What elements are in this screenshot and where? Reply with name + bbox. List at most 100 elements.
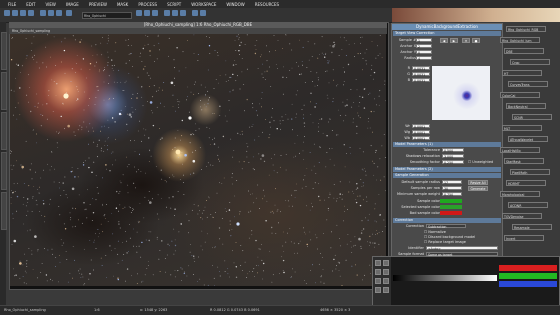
process-icon[interactable]: Resample (512, 224, 552, 230)
process-icon[interactable]: Rho_Ophiuchi_lum (500, 37, 540, 43)
min-sample-weight-field[interactable]: 0.750 (442, 192, 462, 197)
hist-reset-icon[interactable] (383, 260, 389, 266)
redo-icon[interactable] (28, 10, 34, 16)
dynamic-crop-icon[interactable] (180, 10, 186, 16)
process-icon[interactable]: Morphological (500, 191, 540, 197)
r-field[interactable]: 0.0031 (412, 66, 430, 71)
image-canvas[interactable] (10, 34, 386, 286)
menu-workspace[interactable]: WORKSPACE (191, 2, 216, 7)
menu-mask[interactable]: MASK (117, 2, 128, 7)
cursor-icon[interactable] (192, 10, 198, 16)
preview-icon[interactable] (172, 10, 178, 16)
hist-channel-r-icon[interactable] (375, 269, 381, 275)
view-explorer-tab[interactable] (1, 72, 7, 110)
selected-color-swatch[interactable] (440, 205, 462, 209)
menu-window[interactable]: WINDOW (226, 2, 244, 7)
process-icon[interactable]: ATrousWavelet (508, 136, 548, 142)
fit-view-icon[interactable] (56, 10, 62, 16)
hist-channel-g-icon[interactable] (383, 269, 389, 275)
hist-log-icon[interactable] (383, 278, 389, 284)
process-icon[interactable]: BackNeutral (506, 103, 546, 109)
open-icon[interactable] (4, 10, 10, 16)
sample-color-swatch[interactable] (440, 199, 462, 203)
shadows-field[interactable]: 3.000 (442, 154, 464, 159)
sample-prev-button[interactable]: ◀ (440, 38, 448, 43)
menu-edit[interactable]: EDIT (26, 2, 35, 7)
menu-file[interactable]: FILE (8, 2, 16, 7)
selection-icon[interactable] (200, 10, 206, 16)
process-icon[interactable]: HT (502, 70, 542, 76)
format-explorer-tab[interactable] (1, 192, 7, 230)
section-target-view[interactable]: Target View Correction (393, 31, 501, 36)
menu-preview[interactable]: PREVIEW (89, 2, 107, 7)
image-tab[interactable]: Rho_Ophiuchi_sampling (9, 29, 50, 33)
process-explorer-tab[interactable] (1, 32, 7, 70)
generate-button[interactable]: Generate (468, 186, 488, 191)
hist-auto-icon[interactable] (375, 287, 381, 293)
sample-next-button[interactable]: ▶ (450, 38, 458, 43)
menu-image[interactable]: IMAGE (66, 2, 79, 7)
histogram-gradient[interactable] (393, 275, 497, 281)
sample-fix-button[interactable]: ● (472, 38, 480, 43)
zoom-in-icon[interactable] (40, 10, 46, 16)
view-selector[interactable]: Rho_Ophiuchi (82, 12, 132, 19)
process-icon[interactable]: PixelMath (510, 169, 550, 175)
mask-icon[interactable] (152, 10, 158, 16)
anchor-x-field[interactable]: 2 (416, 44, 432, 49)
default-radius-field[interactable]: 17 (442, 180, 462, 185)
file-explorer-tab[interactable] (1, 152, 7, 190)
tolerance-field[interactable]: 0.500 (442, 148, 464, 153)
hist-channel-b-icon[interactable] (375, 278, 381, 284)
sample-delete-button[interactable]: ✕ (462, 38, 470, 43)
sample-preview[interactable] (432, 66, 490, 120)
zoom-out-icon[interactable] (48, 10, 54, 16)
process-icon[interactable]: ColorCal (500, 92, 540, 98)
section-correction[interactable]: Correction (393, 218, 501, 223)
resize-all-button[interactable]: Resize All (468, 180, 488, 185)
process-icon[interactable]: SCNR (512, 114, 552, 120)
channel-icon[interactable] (144, 10, 150, 16)
process-icon[interactable]: MLT (502, 125, 542, 131)
process-icon[interactable]: Invert (504, 235, 544, 241)
process-icon[interactable]: CurvesTrans (508, 81, 548, 87)
menu-view[interactable]: VIEW (45, 2, 55, 7)
wb-field[interactable]: 0.0001 (412, 136, 430, 141)
process-icon[interactable]: StarMask (504, 158, 544, 164)
menu-process[interactable]: PROCESS (138, 2, 157, 7)
section-model-params[interactable]: Model Parameters (1) (393, 142, 501, 147)
unweighted-checkbox[interactable]: ☐ Unweighted (468, 160, 493, 165)
menu-script[interactable]: SCRIPT (167, 2, 181, 7)
process-icon[interactable]: TGVDenoise (502, 213, 542, 219)
g-field[interactable]: 0.0031 (412, 72, 430, 77)
menu-resources[interactable]: RESOURCES (255, 2, 279, 7)
stf-icon[interactable] (136, 10, 142, 16)
history-explorer-tab[interactable] (1, 112, 7, 150)
bad-color-swatch[interactable] (440, 211, 462, 215)
dbe-panel-title: DynamicBackgroundExtraction (392, 24, 502, 30)
wg-field[interactable]: 0.0001 (412, 130, 430, 135)
sample-field[interactable]: 1 (416, 38, 432, 43)
process-icon[interactable]: LocalHistEq (500, 147, 540, 153)
section-model-params-2[interactable]: Model Parameters (2) (393, 167, 501, 172)
smoothing-field[interactable]: 0.250 (442, 160, 464, 165)
hist-apply-icon[interactable] (383, 287, 389, 293)
identifier-field[interactable]: <Auto> (426, 246, 498, 251)
readout-icon[interactable] (164, 10, 170, 16)
undo-icon[interactable] (20, 10, 26, 16)
process-icon[interactable]: Rho_Ophiuchi_RGB (506, 26, 546, 32)
radius-field[interactable]: 4 (416, 56, 432, 61)
bad-color-row: Bad sample color (394, 211, 500, 216)
b-field[interactable]: 0.0031 (412, 78, 430, 83)
save-icon[interactable] (12, 10, 18, 16)
process-icon[interactable]: ACDNR (508, 202, 548, 208)
hist-zoom-icon[interactable] (375, 260, 381, 266)
pan-icon[interactable] (66, 10, 72, 16)
correction-select[interactable]: Subtraction (426, 224, 466, 229)
samples-per-row-field[interactable]: 30 (442, 186, 462, 191)
anchor-y-field[interactable]: 0 (416, 50, 432, 55)
section-sample-generation[interactable]: Sample Generation (393, 173, 501, 178)
process-icon[interactable]: Crop (510, 59, 550, 65)
process-icon[interactable]: DBE (504, 48, 544, 54)
process-icon[interactable]: HDRMT (506, 180, 546, 186)
wr-field[interactable]: 0.0001 (412, 124, 430, 129)
